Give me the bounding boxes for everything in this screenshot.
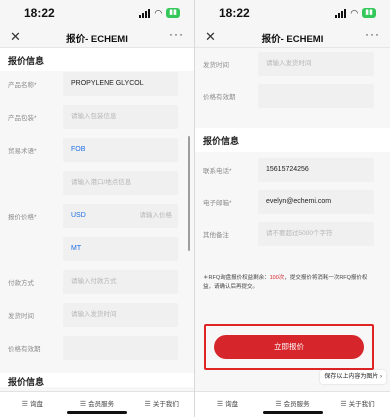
- page-title: 报价- ECHEMI: [261, 34, 324, 45]
- tab-inquiry[interactable]: ☰ 询盘: [195, 392, 260, 417]
- signal-icon: [335, 8, 347, 18]
- field-ship-time: 发货时间 请输入发货时间: [0, 303, 194, 327]
- more-icon[interactable]: ···: [365, 27, 380, 41]
- validity-input[interactable]: [258, 84, 374, 108]
- right-phone-screen: 18:22 ◠ ▮▮ ✕ 报价- ECHEMI ··· 发货时间 请输入发货时间…: [195, 0, 390, 417]
- field-ship-time: 发货时间 请输入发货时间: [195, 52, 390, 76]
- field-email: 电子邮箱* evelyn@echemi.com: [195, 190, 390, 214]
- field-label: 价格有效期: [203, 94, 236, 101]
- scrollbar[interactable]: [188, 136, 190, 251]
- unit-select[interactable]: MT: [63, 237, 178, 261]
- status-icons: ◠ ▮▮: [139, 8, 180, 18]
- tab-label: 关于我们: [348, 400, 375, 408]
- field-payment: 付款方式 请输入付款方式: [0, 270, 194, 294]
- status-time: 18:22: [219, 6, 250, 20]
- field-label: 产品名称*: [8, 82, 37, 89]
- left-phone-screen: 18:22 ◠ ▮▮ ✕ 报价- ECHEMI ··· 报价信息 产品名称* P…: [0, 0, 195, 417]
- validity-input[interactable]: [63, 336, 178, 360]
- page-title: 报价- ECHEMI: [66, 34, 128, 45]
- field-price: 报价价格* USD 请输入价格: [0, 204, 194, 228]
- ship-time-input[interactable]: 请输入发货时间: [258, 52, 374, 76]
- product-name-input[interactable]: PROPYLENE GLYCOL: [63, 72, 178, 96]
- form-content: 发货时间 请输入发货时间 价格有效期 报价信息 联系电话* 1561572425…: [195, 48, 390, 417]
- status-bar: 18:22 ◠ ▮▮: [0, 0, 194, 26]
- field-label: 联系电话*: [203, 168, 232, 175]
- bottom-tab-bar: ☰ 询盘 ☰ 会员服务 ☰ 关于我们: [0, 391, 194, 417]
- tab-label: 询盘: [225, 400, 239, 408]
- note-prefix: ＊RFQ询盘报价权益剩余：: [203, 275, 270, 281]
- email-input[interactable]: evelyn@echemi.com: [258, 190, 374, 214]
- field-validity: 价格有效期: [0, 336, 194, 360]
- menu-icon: ☰: [340, 400, 347, 408]
- more-icon[interactable]: ···: [169, 27, 184, 41]
- port-input[interactable]: 请输入港口/地点信息: [63, 171, 178, 195]
- section-title-partial: 报价信息: [0, 373, 194, 387]
- phone-input[interactable]: 15615724256: [258, 158, 374, 182]
- field-remark: 其他备注 请不要超过5000个字符: [195, 222, 390, 246]
- remark-input[interactable]: 请不要超过5000个字符: [258, 222, 374, 246]
- field-packaging: 产品包装* 请输入包装信息: [0, 105, 194, 129]
- ship-time-input[interactable]: 请输入发货时间: [63, 303, 178, 327]
- status-bar: 18:22 ◠ ▮▮: [195, 0, 390, 26]
- rfq-quota-note: ＊RFQ询盘报价权益剩余：100次，提交报价将消耗一次RFQ报价权益，请确认后再…: [203, 274, 378, 292]
- field-phone: 联系电话* 15615724256: [195, 158, 390, 182]
- packaging-input[interactable]: 请输入包装信息: [63, 105, 178, 129]
- menu-icon: ☰: [21, 400, 28, 408]
- price-input[interactable]: USD 请输入价格: [63, 204, 178, 228]
- battery-icon: ▮▮: [166, 8, 180, 18]
- battery-icon: ▮▮: [362, 8, 376, 18]
- tab-label: 关于我们: [152, 400, 179, 408]
- tab-label: 询盘: [29, 400, 43, 408]
- field-product-name: 产品名称* PROPYLENE GLYCOL: [0, 72, 194, 96]
- field-label: 报价价格*: [8, 214, 37, 221]
- field-unit: MT: [0, 237, 194, 261]
- section-title-quote-info: 报价信息: [0, 48, 194, 71]
- section-title-quote-info: 报价信息: [195, 128, 390, 152]
- field-label: 付款方式: [8, 280, 34, 287]
- save-as-image-link[interactable]: 保存以上内容为图片 ›: [320, 370, 386, 384]
- bottom-tab-bar: ☰ 询盘 ☰ 会员服务 ☰ 关于我们: [195, 391, 390, 417]
- field-validity: 价格有效期: [195, 84, 390, 108]
- field-trade-terms: 贸易术语* FOB: [0, 138, 194, 162]
- wifi-icon: ◠: [350, 7, 359, 18]
- home-indicator: [67, 411, 127, 414]
- field-label: 产品包装*: [8, 115, 37, 122]
- field-port: 请输入港口/地点信息: [0, 171, 194, 195]
- submit-quote-button[interactable]: 立即报价: [214, 335, 364, 359]
- field-label: 发货时间: [8, 313, 34, 320]
- tab-about-us[interactable]: ☰ 关于我们: [129, 392, 194, 417]
- status-icons: ◠ ▮▮: [335, 8, 376, 18]
- menu-icon: ☰: [216, 400, 224, 408]
- menu-icon: ☰: [144, 400, 151, 408]
- signal-icon: [139, 8, 151, 18]
- trade-terms-select[interactable]: FOB: [63, 138, 178, 162]
- form-content: 报价信息 产品名称* PROPYLENE GLYCOL 产品包装* 请输入包装信…: [0, 48, 194, 417]
- field-label: 贸易术语*: [8, 148, 37, 155]
- submit-highlight-frame: 立即报价: [204, 324, 374, 370]
- note-count: 100次: [269, 275, 285, 281]
- price-placeholder: 请输入价格: [139, 212, 173, 219]
- tab-about-us[interactable]: ☰ 关于我们: [325, 392, 390, 417]
- tab-inquiry[interactable]: ☰ 询盘: [0, 392, 65, 417]
- payment-input[interactable]: 请输入付款方式: [63, 270, 178, 294]
- field-label: 价格有效期: [8, 346, 41, 353]
- wifi-icon: ◠: [154, 7, 163, 18]
- field-label: 发货时间: [203, 62, 229, 69]
- field-label: 电子邮箱*: [203, 200, 232, 207]
- currency-select[interactable]: USD: [71, 212, 86, 219]
- nav-bar: ✕ 报价- ECHEMI ···: [195, 26, 390, 48]
- status-time: 18:22: [24, 6, 55, 20]
- home-indicator: [262, 411, 323, 414]
- field-label: 其他备注: [203, 232, 229, 239]
- nav-bar: ✕ 报价- ECHEMI ···: [0, 26, 194, 48]
